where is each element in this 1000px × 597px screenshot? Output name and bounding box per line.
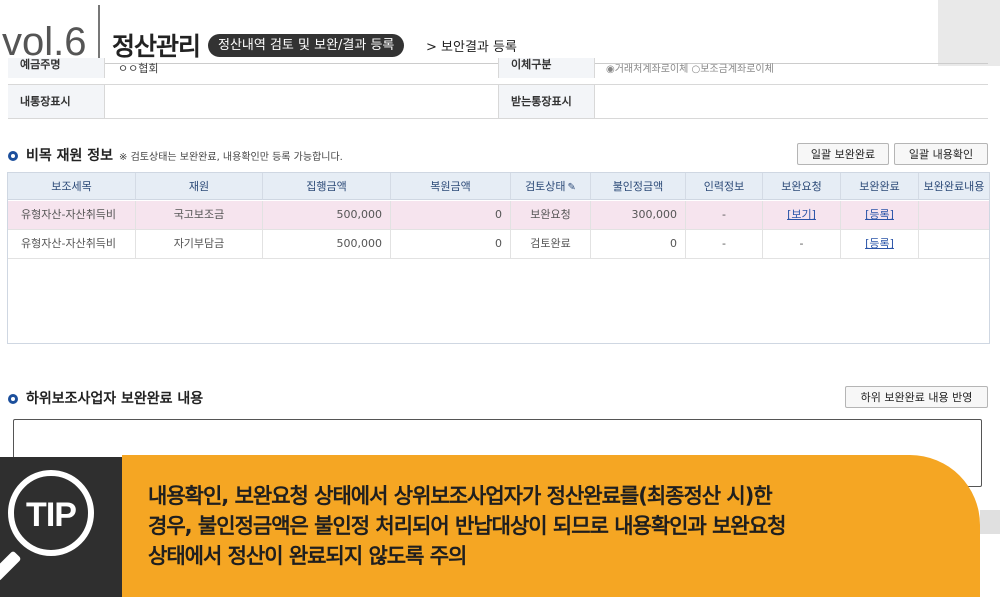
- cell-restore: 0: [391, 230, 511, 258]
- cell-restore: 0: [391, 201, 511, 229]
- bulk-complete-button[interactable]: 일괄 보완완료: [797, 143, 889, 165]
- cell-source: 국고보조금: [136, 201, 263, 229]
- cell-disallowed: 0: [591, 230, 686, 258]
- budget-section-header: 비목 재원 정보 ※ 검토상태는 보완완료, 내용확인만 등록 가능합니다.: [8, 145, 343, 165]
- bullet-icon: [8, 151, 18, 161]
- col-review-status[interactable]: 검토상태 ✎: [511, 173, 591, 200]
- label-recipient-memo: 받는통장표시: [498, 85, 595, 118]
- cell-request: -: [763, 230, 841, 258]
- info-row-memo: 내통장표시 받는통장표시: [8, 85, 988, 119]
- transfer-type-radios[interactable]: ◉거래처계좌로이체 ○보조금계좌로이체: [606, 60, 774, 75]
- section-title: 정산관리: [112, 32, 201, 61]
- col-subitem: 보조세목: [8, 173, 136, 200]
- col-supp-content: 보완완료내용: [919, 173, 989, 200]
- cell-subitem: 유형자산-자산취득비: [8, 201, 136, 229]
- sub-section-header: 하위보조사업자 보완완료 내용: [8, 388, 203, 408]
- budget-grid: 보조세목 재원 집행금액 복원금액 검토상태 ✎ 불인정금액 인력정보 보완요청 …: [7, 172, 990, 344]
- cell-exec: 500,000: [263, 230, 391, 258]
- label-depositor: 예금주명: [8, 58, 105, 78]
- cell-content: [919, 230, 989, 258]
- table-row[interactable]: 유형자산-자산취득비 자기부담금 500,000 0 검토완료 0 - - [등…: [8, 230, 989, 259]
- col-review-status-label: 검토상태: [525, 180, 566, 193]
- tip-line-1: 내용확인, 보완요청 상태에서 상위보조사업자가 정산완료를(최종정산 시)한: [148, 484, 773, 508]
- cell-complete: [등록]: [841, 201, 919, 229]
- bullet-icon: [8, 394, 18, 404]
- tip-text: 내용확인, 보완요청 상태에서 상위보조사업자가 정산완료를(최종정산 시)한 …: [148, 481, 968, 571]
- cell-subitem: 유형자산-자산취득비: [8, 230, 136, 258]
- cell-complete: [등록]: [841, 230, 919, 258]
- label-transfer-type: 이체구분: [498, 58, 595, 78]
- tip-line-3: 상태에서 정산이 완료되지 않도록 주의: [148, 544, 467, 568]
- col-disallowed-amount: 불인정금액: [591, 173, 686, 200]
- apply-sub-content-button[interactable]: 하위 보완완료 내용 반영: [845, 386, 988, 408]
- cell-content: [919, 201, 989, 229]
- register-complete-link[interactable]: [등록]: [865, 237, 894, 250]
- cell-status: 보완요청: [511, 201, 591, 229]
- table-row[interactable]: 유형자산-자산취득비 국고보조금 500,000 0 보완요청 300,000 …: [8, 201, 989, 230]
- label-my-memo: 내통장표시: [8, 85, 105, 118]
- breadcrumb: > 보안결과 등록: [426, 40, 517, 55]
- sub-section-title: 하위보조사업자 보완완료 내용: [26, 391, 204, 407]
- cell-source: 자기부담금: [136, 230, 263, 258]
- cell-exec: 500,000: [263, 201, 391, 229]
- budget-section-note: ※ 검토상태는 보완완료, 내용확인만 등록 가능합니다.: [119, 152, 343, 163]
- col-supp-complete: 보완완료: [841, 173, 919, 200]
- account-info-table: 예금주명 ㅇㅇ협회 이체구분 ◉거래처계좌로이체 ○보조금계좌로이체 내통장표시…: [8, 58, 988, 120]
- view-request-link[interactable]: [보기]: [787, 208, 816, 221]
- register-complete-link[interactable]: [등록]: [865, 208, 894, 221]
- tip-badge: TIP: [26, 496, 77, 534]
- cell-status: 검토완료: [511, 230, 591, 258]
- cell-personnel: -: [686, 230, 763, 258]
- header-divider: [98, 5, 100, 61]
- col-exec-amount: 집행금액: [263, 173, 391, 200]
- col-source: 재원: [136, 173, 263, 200]
- subsection-pill: 정산내역 검토 및 보완/결과 등록: [208, 34, 405, 57]
- col-supp-request: 보완요청: [763, 173, 841, 200]
- info-row-depositor: 예금주명 ㅇㅇ협회 이체구분 ◉거래처계좌로이체 ○보조금계좌로이체: [8, 58, 988, 85]
- cell-request: [보기]: [763, 201, 841, 229]
- bulk-confirm-button[interactable]: 일괄 내용확인: [894, 143, 988, 165]
- header-corner: [938, 0, 1000, 66]
- edit-icon: ✎: [567, 182, 576, 193]
- cell-personnel: -: [686, 201, 763, 229]
- value-depositor: ㅇㅇ협회: [118, 62, 159, 75]
- cell-disallowed: 300,000: [591, 201, 686, 229]
- page-header: vol.6 정산관리 정산내역 검토 및 보완/결과 등록 > 보안결과 등록: [0, 0, 1000, 66]
- col-personnel: 인력정보: [686, 173, 763, 200]
- tip-line-2: 경우, 불인정금액은 불인정 처리되어 반납대상이 되므로 내용확인과 보완요청: [148, 514, 786, 538]
- background-edge: [980, 510, 1000, 534]
- col-restore-amount: 복원금액: [391, 173, 511, 200]
- budget-section-title: 비목 재원 정보: [26, 148, 114, 164]
